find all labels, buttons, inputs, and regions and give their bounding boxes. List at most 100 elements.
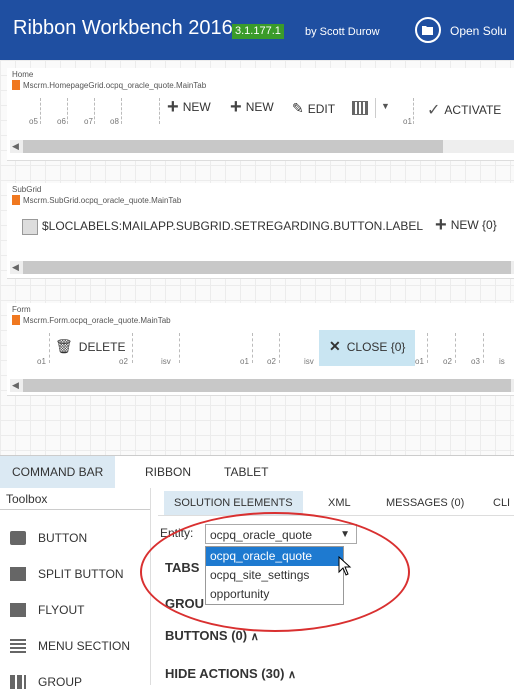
button-label: DELETE — [78, 339, 126, 354]
trash-icon: 🗑 — [55, 338, 73, 354]
toolbox-item-flyout[interactable]: FLYOUT — [0, 592, 150, 628]
tab-cli[interactable]: CLI — [483, 491, 514, 515]
orange-marker-icon — [12, 315, 20, 325]
toolbox-item-menu-section[interactable]: MENU SECTION — [0, 628, 150, 664]
menu-section-icon — [10, 639, 26, 653]
title-bar: Ribbon Workbench 2016 3.1.177.1 by Scott… — [0, 0, 514, 60]
tab-messages[interactable]: MESSAGES (0) — [376, 491, 474, 515]
group-icon — [10, 675, 26, 689]
toolbox-item-label: SPLIT BUTTON — [38, 567, 124, 581]
panel-id-text: Mscrm.Form.ocpq_oracle_quote.MainTab — [23, 316, 171, 325]
new-button[interactable]: + NEW — [167, 96, 211, 118]
section-buttons[interactable]: BUTTONS (0) ∧ — [165, 628, 259, 643]
toolbox-item-split-button[interactable]: SPLIT BUTTON — [0, 556, 150, 592]
close-icon: ✕ — [329, 338, 341, 354]
group-divider — [40, 98, 41, 124]
sub-tabs: SOLUTION ELEMENTS XML MESSAGES (0) CLI — [158, 491, 514, 516]
entity-option[interactable]: ocpq_site_settings — [206, 566, 343, 585]
placeholder-icon — [22, 219, 38, 235]
orange-marker-icon — [12, 80, 20, 90]
toolbox-item-group[interactable]: GROUP — [0, 664, 150, 700]
set-regarding-button[interactable]: $LOCLABELS:MAILAPP.SUBGRID.SETREGARDING.… — [42, 219, 423, 233]
plus-icon: + — [167, 96, 179, 118]
group-label: o3 — [471, 357, 480, 366]
section-label: HIDE ACTIONS (30) — [165, 666, 285, 681]
toolbox-item-label: MENU SECTION — [38, 639, 131, 653]
scrollbar-thumb[interactable] — [23, 261, 511, 274]
group-divider — [279, 333, 280, 363]
button-label: EDIT — [307, 101, 336, 116]
app-title: Ribbon Workbench 2016 — [13, 17, 233, 39]
orange-marker-icon — [12, 195, 20, 205]
flyout-icon — [10, 603, 26, 617]
toolbox-header: Toolbox — [0, 488, 150, 510]
panel-id: Mscrm.SubGrid.ocpq_oracle_quote.MainTab — [12, 195, 181, 205]
group-label: o7 — [84, 117, 93, 126]
tab-solution-elements[interactable]: SOLUTION ELEMENTS — [164, 491, 303, 515]
group-divider — [179, 333, 180, 363]
group-divider — [159, 98, 160, 124]
group-label: o1 — [403, 117, 412, 126]
button-label: ACTIVATE — [444, 103, 502, 117]
group-label: o5 — [29, 117, 38, 126]
scroll-left-icon[interactable]: ◀ — [12, 380, 19, 391]
group-label: o2 — [119, 357, 128, 366]
group-divider — [413, 98, 414, 124]
scrollbar-thumb[interactable] — [23, 379, 511, 392]
group-divider — [94, 98, 95, 124]
group-label: o1 — [37, 357, 46, 366]
activate-button[interactable]: ✓ ACTIVATE — [427, 100, 501, 120]
subgrid-scrollbar[interactable]: ◀ — [10, 261, 514, 274]
delete-button[interactable]: 🗑 DELETE — [55, 338, 125, 355]
group-label: o6 — [57, 117, 66, 126]
tab-tablet[interactable]: TABLET — [212, 456, 280, 488]
toolbar-separator — [375, 98, 376, 118]
home-panel: Home Mscrm.HomepageGrid.ocpq_oracle_quot… — [7, 68, 514, 161]
section-label: BUTTONS (0) — [165, 628, 248, 643]
entity-select[interactable]: ocpq_oracle_quote ▼ — [205, 524, 357, 544]
toolbox-panel: Toolbox BUTTON SPLIT BUTTON FLYOUT MENU … — [0, 488, 151, 689]
group-label: is — [499, 357, 505, 366]
section-groups[interactable]: GROU — [165, 596, 204, 611]
section-tabs[interactable]: TABS — [165, 560, 199, 575]
open-folder-icon[interactable] — [415, 17, 441, 43]
group-label: o8 — [110, 117, 119, 126]
close-button[interactable]: ✕ CLOSE {0} — [329, 338, 405, 355]
group-divider — [427, 333, 428, 363]
new-button-2[interactable]: + NEW — [230, 96, 274, 118]
mouse-cursor-icon — [338, 556, 352, 576]
scroll-left-icon[interactable]: ◀ — [12, 141, 19, 152]
group-label: o1 — [415, 357, 424, 366]
tab-command-bar[interactable]: COMMAND BAR — [0, 456, 116, 488]
plus-icon: + — [230, 96, 242, 118]
checkmark-icon: ✓ — [427, 102, 441, 119]
grid-view-icon[interactable] — [352, 101, 368, 115]
group-label: o2 — [267, 357, 276, 366]
section-hide-actions[interactable]: HIDE ACTIONS (30) ∧ — [165, 666, 296, 681]
entity-option[interactable]: opportunity — [206, 585, 343, 604]
group-label: isv — [304, 357, 314, 366]
new-subgrid-button[interactable]: + NEW {0} — [435, 215, 497, 235]
group-divider — [49, 333, 50, 363]
group-label: o2 — [443, 357, 452, 366]
group-divider — [483, 333, 484, 363]
entity-label: Entity: — [160, 526, 194, 540]
toolbox-item-label: BUTTON — [38, 531, 88, 545]
toolbox-item-button[interactable]: BUTTON — [0, 520, 150, 556]
form-panel: Form Mscrm.Form.ocpq_oracle_quote.MainTa… — [7, 303, 514, 396]
group-divider — [132, 333, 133, 363]
scroll-left-icon[interactable]: ◀ — [12, 262, 19, 273]
entity-option[interactable]: ocpq_oracle_quote — [206, 547, 343, 566]
panel-id: Mscrm.Form.ocpq_oracle_quote.MainTab — [12, 315, 171, 325]
button-label: CLOSE {0} — [346, 339, 406, 354]
chevron-up-icon: ∧ — [250, 631, 259, 643]
button-icon — [10, 531, 26, 545]
tab-xml[interactable]: XML — [318, 491, 361, 515]
chevron-down-icon[interactable]: ▼ — [381, 101, 390, 111]
scrollbar-thumb[interactable] — [23, 140, 443, 153]
edit-button[interactable]: ✎ EDIT — [292, 100, 335, 117]
form-scrollbar[interactable]: ◀ — [10, 379, 514, 392]
home-scrollbar[interactable]: ◀ — [10, 140, 514, 153]
tab-ribbon[interactable]: RIBBON — [133, 456, 203, 488]
open-solution-button[interactable]: Open Solu — [450, 24, 507, 38]
